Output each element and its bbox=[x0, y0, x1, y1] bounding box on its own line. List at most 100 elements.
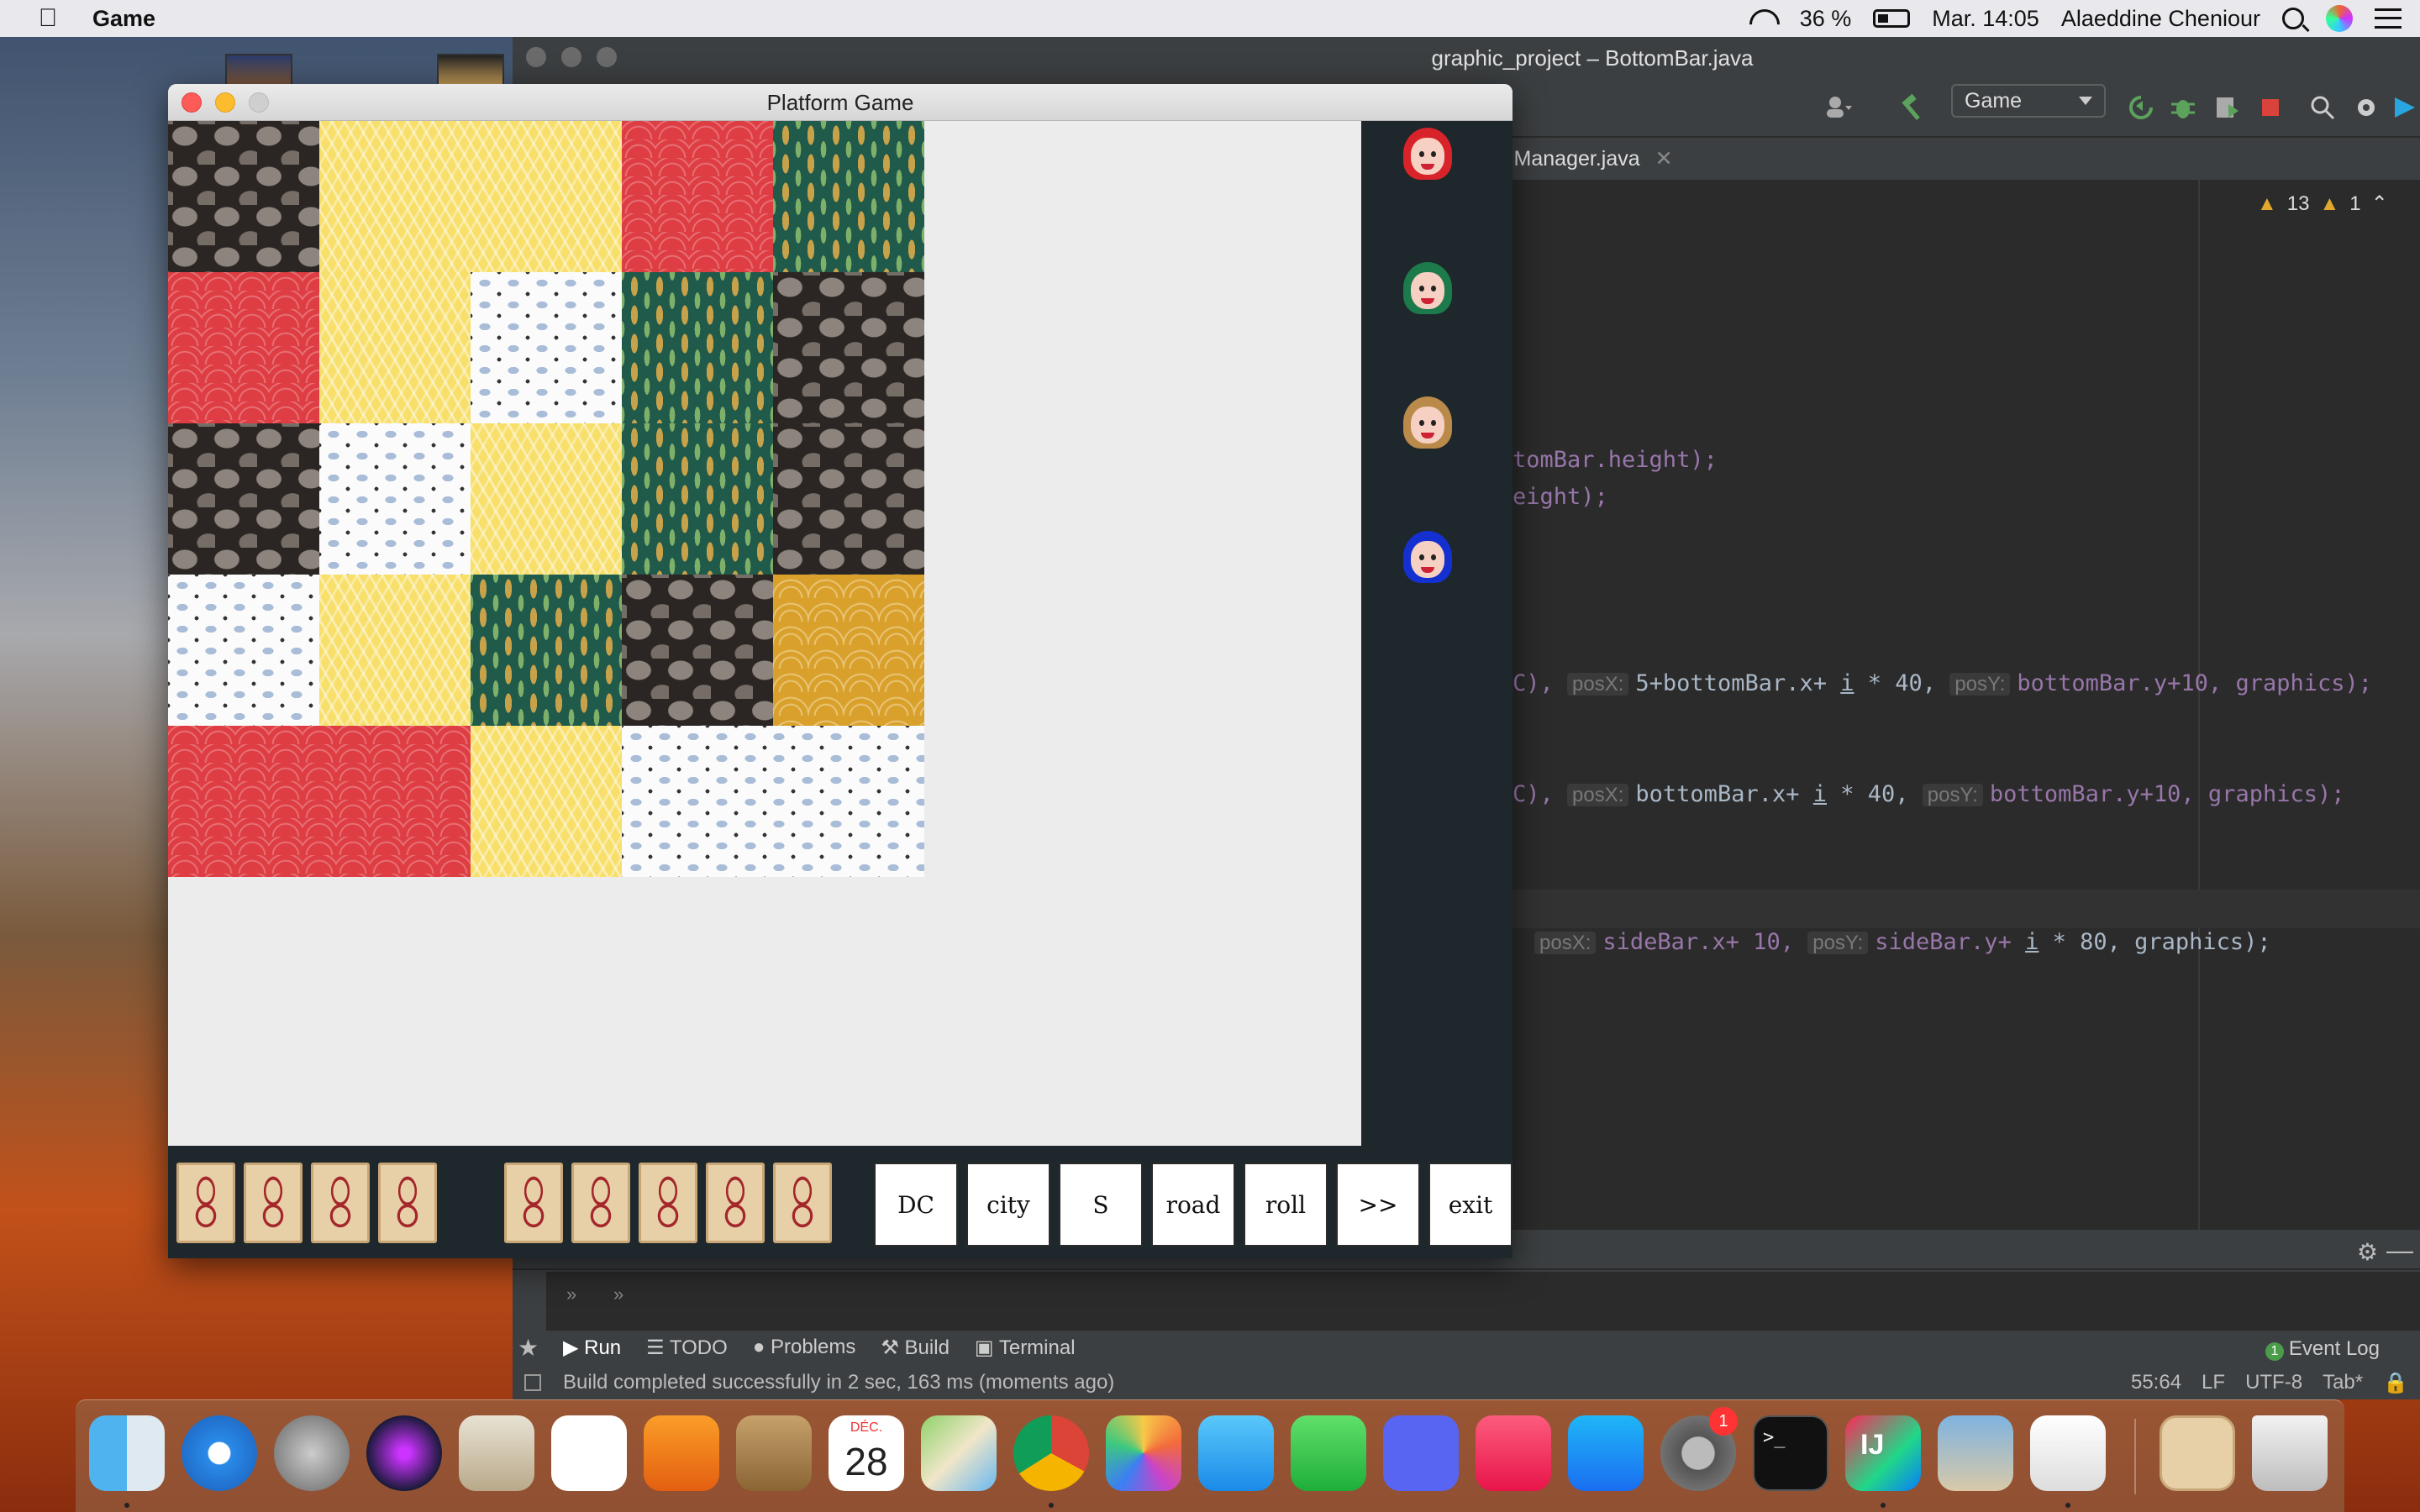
terminal-icon[interactable]: >_ bbox=[1753, 1415, 1828, 1491]
double-chevron-icon[interactable]: » bbox=[566, 1284, 576, 1305]
board-tile[interactable] bbox=[319, 272, 471, 423]
launchpad-icon[interactable] bbox=[274, 1415, 350, 1491]
run-console[interactable] bbox=[546, 1272, 2420, 1331]
dragon-card[interactable] bbox=[706, 1163, 765, 1243]
board-tile[interactable] bbox=[168, 575, 319, 726]
tool-tab-problems[interactable]: ● Problems bbox=[753, 1336, 856, 1359]
music-icon[interactable] bbox=[1476, 1415, 1551, 1491]
tool-tab-run[interactable]: ▶ Run bbox=[563, 1336, 621, 1360]
run-configuration-select[interactable]: Game bbox=[1951, 84, 2106, 118]
dc-button[interactable]: DC bbox=[874, 1163, 958, 1247]
hide-panel-icon[interactable]: — bbox=[2386, 1235, 2413, 1266]
city-button[interactable]: city bbox=[966, 1163, 1050, 1247]
build-hammer-icon[interactable] bbox=[1897, 92, 1928, 123]
indent-setting[interactable]: Tab* bbox=[2323, 1371, 2363, 1395]
dragon-card[interactable] bbox=[244, 1163, 302, 1243]
safari-icon[interactable] bbox=[182, 1415, 257, 1491]
board-tile[interactable] bbox=[622, 726, 924, 877]
notification-center-icon[interactable] bbox=[2375, 8, 2402, 29]
tool-tab-terminal[interactable]: ▣ Terminal bbox=[975, 1336, 1076, 1360]
java-icon[interactable] bbox=[2030, 1415, 2106, 1491]
tool-tab-build[interactable]: ⚒ Build bbox=[881, 1336, 950, 1360]
siri-icon[interactable] bbox=[366, 1415, 442, 1491]
coverage-icon[interactable] bbox=[2212, 92, 2242, 123]
spotlight-search-icon[interactable] bbox=[2282, 8, 2304, 29]
board-tile[interactable] bbox=[622, 272, 773, 423]
board-tile[interactable] bbox=[622, 575, 773, 726]
maps-icon[interactable] bbox=[921, 1415, 997, 1491]
inspection-widget[interactable]: ▲ 13 ▲ 1 ⌃ bbox=[2257, 192, 2388, 216]
player-avatar-2[interactable] bbox=[1400, 260, 1455, 316]
roll-button[interactable]: roll bbox=[1244, 1163, 1328, 1247]
app-store-icon[interactable] bbox=[1568, 1415, 1644, 1491]
dragon-card-document-icon[interactable] bbox=[2160, 1415, 2235, 1491]
books-icon[interactable] bbox=[644, 1415, 719, 1491]
board-tile[interactable] bbox=[622, 423, 773, 575]
board-tile[interactable] bbox=[471, 272, 622, 423]
settings-gear-icon[interactable] bbox=[2351, 92, 2381, 123]
preview-icon[interactable] bbox=[1938, 1415, 2013, 1491]
siri-icon[interactable] bbox=[2326, 5, 2353, 32]
exit-button[interactable]: exit bbox=[1428, 1163, 1512, 1247]
favorites-star-icon[interactable]: ★ bbox=[518, 1334, 539, 1362]
reminders-icon[interactable] bbox=[551, 1415, 627, 1491]
facetime-icon[interactable] bbox=[1291, 1415, 1366, 1491]
player-avatar-3[interactable] bbox=[1400, 395, 1455, 450]
dragon-card[interactable] bbox=[639, 1163, 697, 1243]
close-tab-icon[interactable]: ✕ bbox=[1655, 147, 1673, 171]
board-tile[interactable] bbox=[319, 423, 471, 575]
dragon-card[interactable] bbox=[504, 1163, 563, 1243]
board-tile[interactable] bbox=[168, 121, 319, 272]
player-avatar-1[interactable] bbox=[1400, 126, 1455, 181]
panel-toggle-icon[interactable] bbox=[524, 1374, 541, 1391]
board-tile[interactable] bbox=[471, 121, 622, 272]
messages-icon[interactable] bbox=[1198, 1415, 1274, 1491]
user-dropdown-icon[interactable] bbox=[1823, 92, 1854, 123]
dragon-card[interactable] bbox=[176, 1163, 235, 1243]
road-button[interactable]: road bbox=[1151, 1163, 1235, 1247]
board-tile[interactable] bbox=[773, 121, 924, 272]
photos-icon[interactable] bbox=[1106, 1415, 1181, 1491]
intellij-icon[interactable]: IJ bbox=[1845, 1415, 1921, 1491]
plugin-icon[interactable] bbox=[2390, 92, 2420, 123]
s-button[interactable]: S bbox=[1059, 1163, 1143, 1247]
event-log-button[interactable]: 1 Event Log bbox=[2265, 1337, 2380, 1361]
chevron-up-icon[interactable]: ⌃ bbox=[2371, 192, 2388, 216]
cursor-position[interactable]: 55:64 bbox=[2131, 1371, 2181, 1395]
battery-percent[interactable]: 36 % bbox=[1800, 6, 1852, 32]
dragon-card[interactable] bbox=[311, 1163, 370, 1243]
line-separator[interactable]: LF bbox=[2202, 1371, 2225, 1395]
board-tile[interactable] bbox=[471, 423, 622, 575]
board-tile[interactable] bbox=[773, 272, 924, 423]
rerun-icon[interactable] bbox=[2126, 92, 2156, 123]
clock[interactable]: Mar. 14:05 bbox=[1932, 6, 2039, 32]
discord-icon[interactable] bbox=[1383, 1415, 1459, 1491]
board-tile[interactable] bbox=[471, 575, 622, 726]
board-tile[interactable] bbox=[319, 575, 471, 726]
dragon-card[interactable] bbox=[378, 1163, 437, 1243]
board-tile[interactable] bbox=[622, 121, 773, 272]
contacts-icon[interactable] bbox=[736, 1415, 812, 1491]
close-window-icon[interactable] bbox=[182, 92, 202, 113]
file-tab[interactable]: lManager.java ✕ bbox=[1509, 146, 1673, 171]
settings-gear-icon[interactable]: ⚙ bbox=[2357, 1238, 2378, 1266]
debug-icon[interactable] bbox=[2168, 92, 2198, 123]
trash-icon[interactable] bbox=[2252, 1415, 2328, 1491]
dragon-card[interactable] bbox=[571, 1163, 630, 1243]
apple-menu-icon[interactable]:  bbox=[34, 4, 62, 33]
app-name-menu[interactable]: Game bbox=[92, 6, 155, 32]
zoom-window-icon[interactable] bbox=[249, 92, 269, 113]
wifi-icon[interactable] bbox=[1746, 8, 1778, 29]
lock-icon[interactable]: 🔒 bbox=[2383, 1371, 2408, 1395]
board-tile[interactable] bbox=[471, 726, 622, 877]
board-tile[interactable] bbox=[773, 575, 924, 726]
user-name[interactable]: Alaeddine Cheniour bbox=[2061, 6, 2260, 32]
calendar-icon[interactable]: DÉC. 28 bbox=[829, 1415, 904, 1491]
board-tile[interactable] bbox=[168, 726, 471, 877]
double-chevron-icon[interactable]: » bbox=[613, 1284, 623, 1305]
board-tile[interactable] bbox=[773, 423, 924, 575]
board-tile[interactable] bbox=[168, 423, 319, 575]
battery-icon[interactable] bbox=[1873, 9, 1911, 28]
dragon-card[interactable] bbox=[773, 1163, 832, 1243]
minimize-window-icon[interactable] bbox=[215, 92, 235, 113]
